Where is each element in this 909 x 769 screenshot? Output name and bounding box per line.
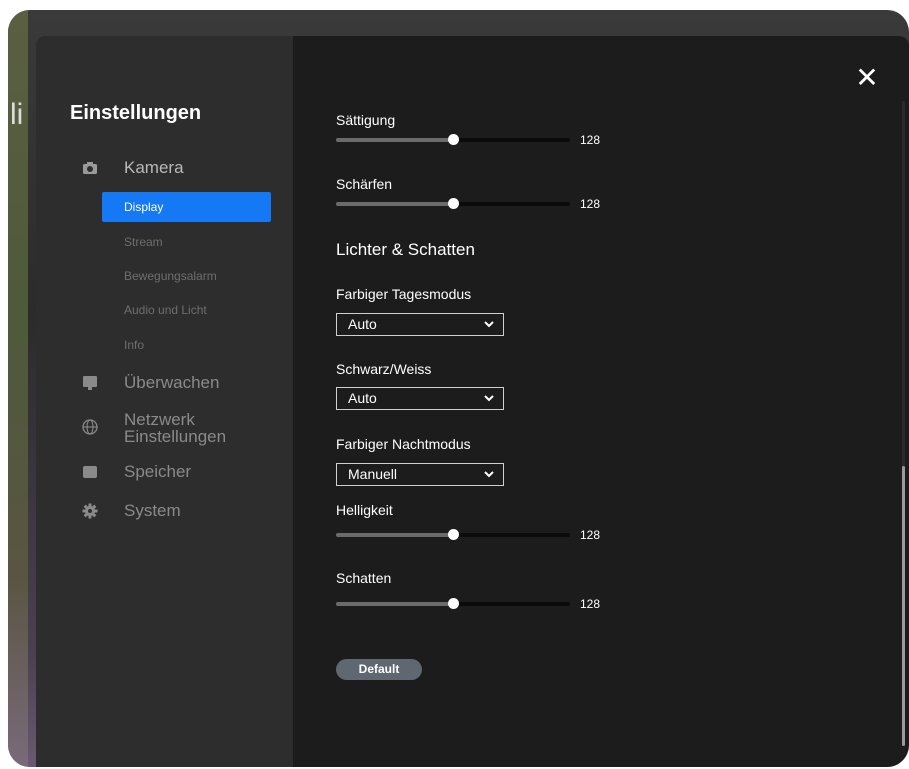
schatten-value: 128 (580, 597, 601, 611)
slider-thumb[interactable] (448, 529, 459, 540)
schaerfen-slider[interactable] (336, 198, 570, 209)
default-button[interactable]: Default (336, 659, 422, 680)
settings-content: Sättigung 128 Schärfen 128 Lichter & Sch… (336, 36, 909, 767)
farbiger-nachtmodus-select[interactable]: Manuell (336, 463, 504, 486)
globe-icon (82, 419, 98, 435)
sidebar-item-kamera[interactable]: Kamera (82, 158, 184, 178)
sidebar-item-label: Kamera (124, 158, 184, 177)
sidebar-item-ueberwachen[interactable]: Überwachen (82, 373, 219, 393)
schatten-slider[interactable] (336, 598, 570, 609)
background-frame: li Einstellungen Kamera Display Stream B… (8, 10, 909, 767)
saettigung-slider[interactable] (336, 134, 570, 145)
gear-icon (82, 503, 98, 519)
sidebar-subitem-stream[interactable]: Stream (102, 227, 271, 257)
chevron-down-icon (484, 464, 494, 492)
sidebar-subitem-audio-und-licht[interactable]: Audio und Licht (102, 295, 271, 325)
scrollbar-thumb[interactable] (902, 466, 905, 746)
schwarz-weiss-label: Schwarz/Weiss (336, 361, 432, 377)
chevron-down-icon (484, 388, 494, 416)
saettigung-value: 128 (580, 133, 601, 147)
farbiger-tagesmodus-select[interactable]: Auto (336, 313, 504, 336)
section-title: Lichter & Schatten (336, 240, 475, 259)
schatten-label: Schatten (336, 570, 392, 586)
select-value: Auto (348, 316, 377, 332)
sidebar-item-system[interactable]: System (82, 501, 181, 521)
chevron-down-icon (484, 314, 494, 342)
monitor-icon (82, 375, 98, 391)
background-text: li (10, 98, 24, 131)
helligkeit-label: Helligkeit (336, 502, 393, 518)
helligkeit-value: 128 (580, 528, 601, 542)
sidebar: Einstellungen Kamera Display Stream Bewe… (36, 36, 293, 767)
sidebar-item-label: Netzwerk Einstellungen (124, 410, 227, 446)
sidebar-item-label: Überwachen (124, 373, 220, 392)
farbiger-nachtmodus-label: Farbiger Nachtmodus (336, 436, 471, 452)
saettigung-label: Sättigung (336, 112, 396, 128)
slider-thumb[interactable] (448, 134, 459, 145)
farbiger-tagesmodus-label: Farbiger Tagesmodus (336, 286, 472, 302)
sidebar-title: Einstellungen (70, 102, 202, 124)
camera-icon (82, 160, 98, 176)
sidebar-item-netzwerk[interactable]: Netzwerk Einstellungen (82, 411, 226, 445)
storage-icon (82, 464, 98, 480)
slider-thumb[interactable] (448, 598, 459, 609)
sidebar-item-label: Speicher (124, 462, 192, 481)
sidebar-subitem-bewegungsalarm[interactable]: Bewegungsalarm (102, 261, 271, 291)
sidebar-item-speicher[interactable]: Speicher (82, 462, 191, 482)
slider-thumb[interactable] (448, 198, 459, 209)
close-icon[interactable]: ✕ (855, 64, 879, 92)
helligkeit-slider[interactable] (336, 529, 570, 540)
settings-dialog: Einstellungen Kamera Display Stream Bewe… (36, 36, 909, 767)
schwarz-weiss-select[interactable]: Auto (336, 387, 504, 410)
sidebar-item-label: System (124, 501, 181, 520)
select-value: Manuell (348, 466, 398, 482)
schaerfen-value: 128 (580, 197, 601, 211)
sidebar-subitem-info[interactable]: Info (102, 330, 271, 360)
select-value: Auto (348, 390, 377, 406)
sidebar-subitem-display[interactable]: Display (102, 192, 271, 222)
schaerfen-label: Schärfen (336, 176, 393, 192)
